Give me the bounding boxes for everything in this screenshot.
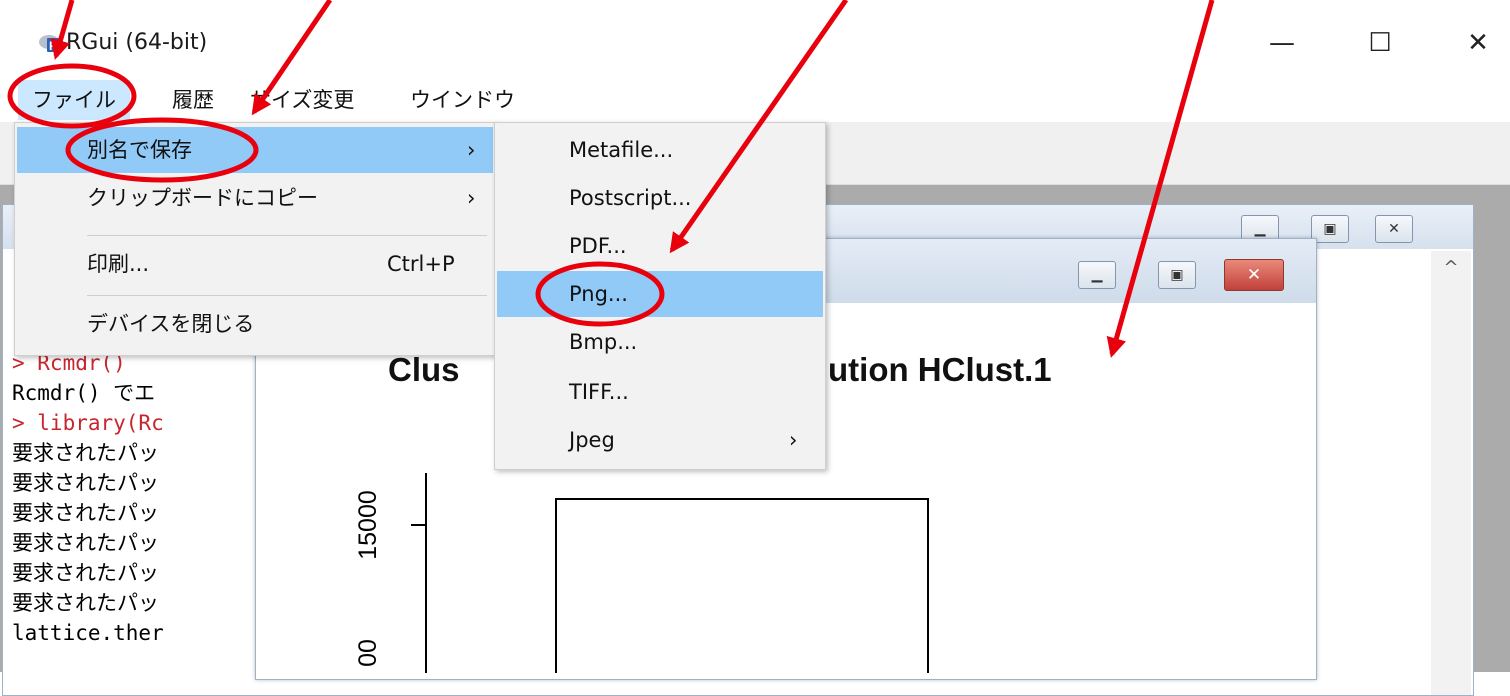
menu-separator bbox=[87, 235, 487, 236]
menu-item-copy-clipboard[interactable]: クリップボードにコピー › bbox=[17, 175, 493, 221]
submenu-item-metafile[interactable]: Metafile... bbox=[497, 127, 823, 173]
console-line: 要求されたパッ bbox=[12, 441, 159, 465]
save-as-submenu: Metafile... Postscript... PDF... Png... … bbox=[494, 122, 826, 470]
submenu-arrow-icon: › bbox=[789, 428, 798, 452]
menu-file[interactable]: ファイル bbox=[18, 80, 130, 120]
menu-window[interactable]: ウインドウ bbox=[396, 80, 529, 120]
submenu-item-pdf[interactable]: PDF... bbox=[497, 223, 823, 269]
y-tick-label-partial: 00 bbox=[354, 639, 382, 667]
menu-item-close-device[interactable]: デバイスを閉じる bbox=[17, 301, 493, 347]
close-button[interactable]: ✕ bbox=[1448, 18, 1508, 68]
menu-item-print[interactable]: 印刷... Ctrl+P bbox=[17, 241, 493, 287]
menu-history[interactable]: 履歴 bbox=[158, 80, 228, 120]
menu-resize[interactable]: サイズ変更 bbox=[236, 80, 368, 120]
menu-bar: ファイル 履歴 サイズ変更 ウインドウ bbox=[0, 76, 1510, 123]
window-title: RGui (64-bit) bbox=[66, 30, 208, 55]
menu-item-save-as[interactable]: 別名で保存 › bbox=[17, 127, 493, 173]
console-line: 要求されたパッ bbox=[12, 501, 159, 525]
console-line: 要求されたパッ bbox=[12, 561, 159, 585]
submenu-item-bmp[interactable]: Bmp... bbox=[497, 319, 823, 365]
console-line: Rcmdr() でエ bbox=[12, 381, 156, 405]
submenu-item-png[interactable]: Png... bbox=[497, 271, 823, 317]
submenu-arrow-icon: › bbox=[467, 186, 476, 210]
submenu-item-postscript[interactable]: Postscript... bbox=[497, 175, 823, 221]
graphics-maximize-button[interactable]: ▣ bbox=[1158, 261, 1196, 289]
console-output[interactable]: > Rcmdr() Rcmdr() でエ > library(Rc 要求されたパ… bbox=[12, 348, 252, 678]
graphics-minimize-button[interactable]: ▁ bbox=[1078, 261, 1116, 289]
submenu-item-tiff[interactable]: TIFF... bbox=[497, 369, 823, 415]
console-scrollbar[interactable]: ^ bbox=[1431, 251, 1471, 695]
print-shortcut: Ctrl+P bbox=[387, 252, 455, 276]
file-menu-dropdown: 別名で保存 › クリップボードにコピー › 印刷... Ctrl+P デバイスを… bbox=[14, 122, 496, 356]
menu-separator bbox=[87, 295, 487, 296]
r-app-icon: R bbox=[39, 35, 59, 53]
console-line: 要求されたパッ bbox=[12, 531, 159, 555]
submenu-item-jpeg[interactable]: Jpeg › bbox=[497, 417, 823, 463]
title-bar: R RGui (64-bit) — ☐ ✕ bbox=[0, 0, 1510, 76]
submenu-arrow-icon: › bbox=[467, 138, 476, 162]
console-line: 要求されたパッ bbox=[12, 471, 159, 495]
minimize-button[interactable]: — bbox=[1252, 18, 1312, 68]
svg-text:R: R bbox=[49, 39, 58, 53]
cluster-bar bbox=[555, 498, 929, 673]
console-line: lattice.ther bbox=[12, 621, 164, 645]
console-line: 要求されたパッ bbox=[12, 591, 159, 615]
console-line: > library(Rc bbox=[12, 411, 164, 435]
maximize-button[interactable]: ☐ bbox=[1350, 18, 1410, 68]
console-close-button[interactable]: ✕ bbox=[1375, 215, 1413, 243]
scroll-up-arrow-icon[interactable]: ^ bbox=[1431, 251, 1471, 278]
graphics-close-button[interactable]: ✕ bbox=[1224, 259, 1284, 291]
y-tick-label-15000: 15000 bbox=[354, 490, 382, 560]
